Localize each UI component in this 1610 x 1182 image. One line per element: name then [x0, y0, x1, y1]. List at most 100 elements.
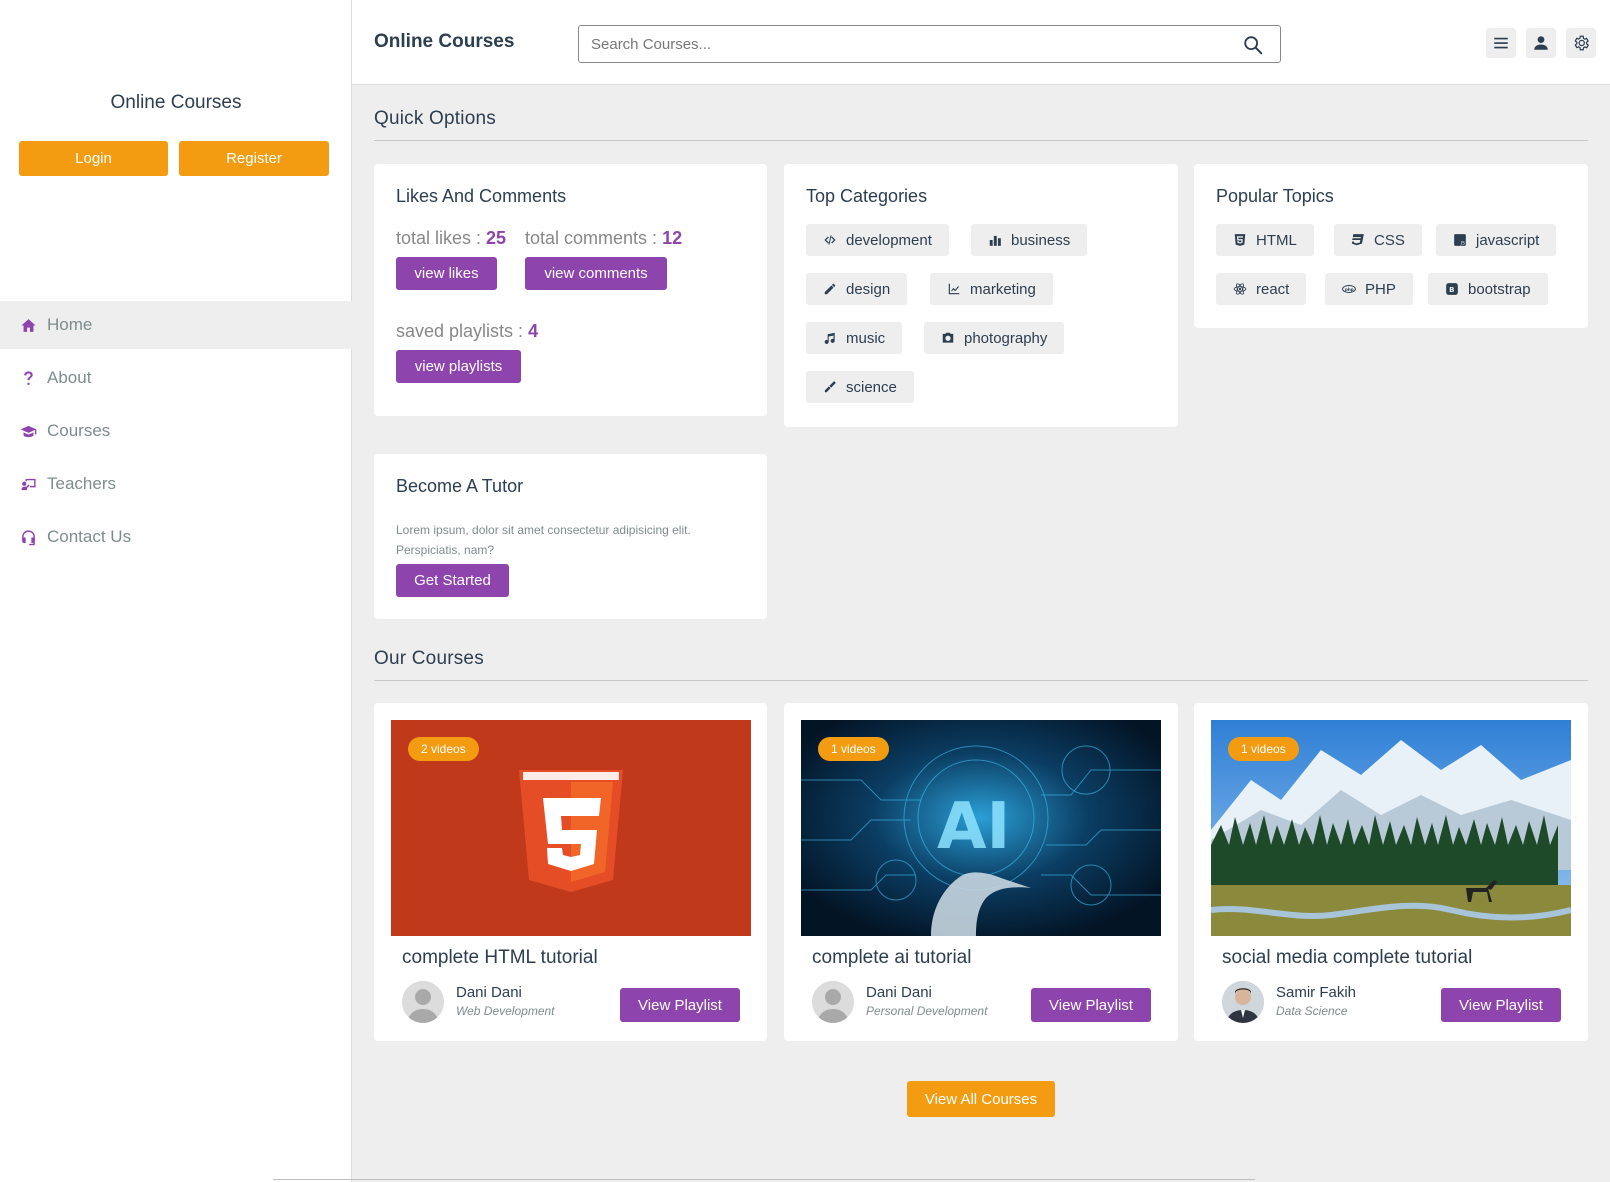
topic-html[interactable]: HTML — [1216, 224, 1314, 256]
total-comments-stat: total comments : 12 — [525, 228, 683, 248]
course-card: AI 1 videos complete ai tutorial Dani Da… — [784, 703, 1178, 1041]
category-business[interactable]: business — [971, 224, 1088, 256]
card-title: Top Categories — [806, 186, 928, 206]
total-comments-value: 12 — [662, 228, 683, 248]
top-categories-card: Top Categories development business desi… — [784, 164, 1178, 427]
video-count-badge: 1 videos — [818, 737, 889, 761]
course-thumbnail[interactable]: AI 1 videos — [801, 720, 1161, 936]
topic-bootstrap[interactable]: Bbootstrap — [1428, 273, 1548, 305]
course-thumbnail[interactable]: 1 videos — [1211, 720, 1571, 936]
view-playlists-button[interactable]: view playlists — [396, 350, 521, 383]
music-icon — [823, 331, 837, 345]
svg-text:JS: JS — [1460, 241, 1465, 247]
topic-css[interactable]: CSS — [1334, 224, 1422, 256]
headset-icon — [19, 528, 37, 546]
tutor-name: Dani Dani — [456, 984, 522, 1001]
card-title: Popular Topics — [1216, 186, 1334, 206]
sidebar-item-about[interactable]: About — [0, 354, 352, 402]
sidebar-item-label: Home — [47, 315, 93, 334]
svg-text:AI: AI — [937, 790, 1010, 864]
view-likes-button[interactable]: view likes — [396, 257, 497, 290]
graduation-cap-icon — [19, 422, 37, 440]
home-icon — [19, 316, 37, 334]
sidebar-item-contact[interactable]: Contact Us — [0, 513, 352, 561]
svg-text:php: php — [1345, 287, 1354, 292]
card-title: Likes And Comments — [396, 186, 567, 206]
view-playlist-button[interactable]: View Playlist — [1441, 988, 1561, 1022]
tutor-name: Samir Fakih — [1276, 984, 1357, 1001]
user-icon[interactable] — [1526, 28, 1556, 58]
our-courses-heading: Our Courses — [374, 648, 484, 669]
sidebar-item-label: Contact Us — [47, 527, 132, 546]
question-icon — [19, 369, 37, 387]
tutor-category: Data Science — [1276, 1004, 1348, 1018]
category-science[interactable]: science — [806, 371, 914, 403]
sidebar: Online Courses Login Register Home About… — [0, 0, 352, 1182]
total-likes-value: 25 — [486, 228, 507, 248]
sidebar-item-home[interactable]: Home — [0, 301, 352, 349]
course-title[interactable]: complete ai tutorial — [812, 947, 971, 969]
code-icon — [823, 233, 837, 247]
js-icon: JS — [1453, 233, 1467, 247]
html5-icon — [1233, 233, 1247, 247]
view-playlist-button[interactable]: View Playlist — [1031, 988, 1151, 1022]
tutor-description: Lorem ipsum, dolor sit amet consectetur … — [396, 523, 691, 557]
become-tutor-card: Become A Tutor Lorem ipsum, dolor sit am… — [374, 454, 767, 619]
search-input[interactable] — [591, 34, 1211, 54]
sidebar-item-label: Courses — [47, 421, 111, 440]
course-title[interactable]: complete HTML tutorial — [402, 947, 598, 969]
sidebar-item-label: About — [47, 368, 92, 387]
view-all-courses-button[interactable]: View All Courses — [907, 1081, 1055, 1117]
avatar — [402, 981, 444, 1023]
total-likes-stat: total likes : 25 — [396, 228, 507, 248]
view-comments-button[interactable]: view comments — [525, 257, 667, 290]
saved-playlists-stat: saved playlists : 4 — [396, 321, 539, 341]
pen-icon — [823, 282, 837, 296]
topic-react[interactable]: react — [1216, 273, 1307, 305]
card-title: Become A Tutor — [396, 476, 524, 496]
sidebar-title: Online Courses — [110, 92, 242, 113]
course-thumbnail[interactable]: 2 videos — [391, 720, 751, 936]
category-marketing[interactable]: marketing — [930, 273, 1053, 305]
video-count-badge: 2 videos — [408, 737, 479, 761]
logo[interactable]: Online Courses — [374, 31, 514, 53]
sidebar-item-label: Teachers — [47, 474, 116, 493]
category-design[interactable]: design — [806, 273, 908, 305]
react-icon — [1233, 282, 1247, 296]
chart-line-icon — [947, 282, 961, 296]
search-bar — [578, 25, 1281, 63]
course-title[interactable]: social media complete tutorial — [1222, 947, 1472, 969]
category-development[interactable]: development — [806, 224, 949, 256]
php-icon: php — [1342, 282, 1356, 296]
sidebar-item-teachers[interactable]: Teachers — [0, 460, 352, 508]
avatar — [812, 981, 854, 1023]
login-button[interactable]: Login — [19, 141, 168, 176]
bootstrap-icon: B — [1445, 282, 1459, 296]
category-photography[interactable]: photography — [924, 322, 1065, 354]
search-icon[interactable] — [1242, 34, 1264, 56]
sidebar-item-courses[interactable]: Courses — [0, 407, 352, 455]
gear-icon[interactable] — [1566, 28, 1596, 58]
divider — [273, 1179, 1255, 1180]
register-button[interactable]: Register — [179, 141, 329, 176]
popular-topics-card: Popular Topics HTML CSS JS javascript rea… — [1194, 164, 1588, 328]
tutor-name: Dani Dani — [866, 984, 932, 1001]
divider — [374, 680, 1588, 681]
tutor-category: Personal Development — [866, 1004, 988, 1018]
likes-comments-card: Likes And Comments total likes : 25 tota… — [374, 164, 767, 416]
divider — [374, 140, 1588, 141]
avatar — [1222, 981, 1264, 1023]
course-card: 1 videos social media complete tutorial … — [1194, 703, 1588, 1041]
get-started-button[interactable]: Get Started — [396, 564, 509, 597]
saved-playlists-value: 4 — [528, 321, 539, 341]
camera-icon — [941, 331, 955, 345]
category-music[interactable]: music — [806, 322, 903, 354]
topic-php[interactable]: php PHP — [1325, 273, 1413, 305]
menu-icon[interactable] — [1486, 28, 1516, 58]
view-playlist-button[interactable]: View Playlist — [620, 988, 740, 1022]
top-header: Online Courses — [352, 0, 1610, 85]
css3-icon — [1351, 233, 1365, 247]
chart-bar-icon — [988, 233, 1002, 247]
topic-javascript[interactable]: JS javascript — [1436, 224, 1557, 256]
cog-icon — [823, 380, 837, 394]
